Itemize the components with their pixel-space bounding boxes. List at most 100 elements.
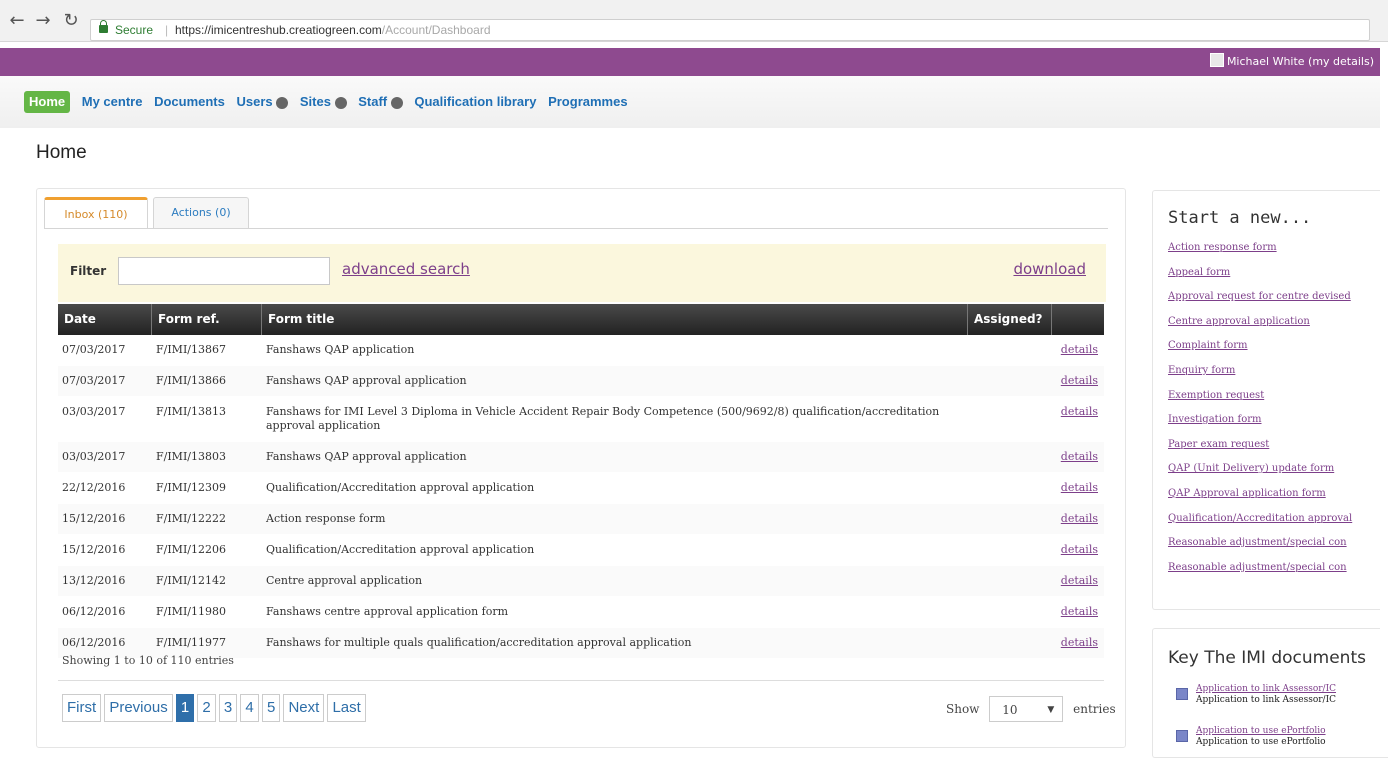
row-details-link[interactable]: details: [1061, 481, 1098, 494]
nav-my-centre[interactable]: My centre: [82, 91, 143, 113]
row-details-link[interactable]: details: [1061, 343, 1098, 356]
start-new-link[interactable]: Centre approval application: [1168, 316, 1388, 341]
table-row: 15/12/2016 F/IMI/12222 Action response for…: [58, 504, 1104, 535]
url-path: /Account/Dashboard: [381, 23, 491, 37]
nav-home[interactable]: Home: [24, 91, 71, 113]
advanced-search-link[interactable]: advanced search: [342, 260, 470, 278]
row-details-link[interactable]: details: [1061, 543, 1098, 556]
back-arrow-icon[interactable]: ←: [6, 10, 28, 32]
nav-staff[interactable]: Staff: [358, 91, 403, 113]
table-row: 07/03/2017 F/IMI/13866 Fanshaws QAP approv…: [58, 366, 1104, 397]
start-new-link[interactable]: Reasonable adjustment/special con: [1168, 562, 1388, 587]
secure-label: Secure: [115, 23, 154, 37]
row-date: 06/12/2016: [62, 605, 126, 618]
row-date: 06/12/2016: [62, 636, 126, 649]
start-new-link[interactable]: Complaint form: [1168, 340, 1388, 365]
start-new-link[interactable]: Qualification/Accreditation approval: [1168, 513, 1388, 538]
header-date[interactable]: Date: [58, 304, 152, 335]
start-new-link[interactable]: Enquiry form: [1168, 365, 1388, 390]
tab-divider: [44, 228, 1108, 229]
key-doc-link[interactable]: Application to use ePortfolio: [1196, 726, 1326, 736]
table-row: 22/12/2016 F/IMI/12309 Qualification/Accre…: [58, 473, 1104, 504]
download-link[interactable]: download: [1013, 260, 1086, 278]
pager-page-5[interactable]: 5: [261, 694, 281, 722]
row-form-title: Centre approval application: [266, 574, 423, 587]
url-text: https://imicentreshub.creatiogreen.com/A…: [175, 20, 491, 40]
start-new-title: Start a new...: [1168, 208, 1312, 228]
header-form-ref[interactable]: Form ref.: [152, 304, 262, 335]
key-doc-desc: Application to link Assessor/IC: [1196, 695, 1337, 705]
header-form-title[interactable]: Form title: [262, 304, 968, 335]
tab-actions[interactable]: Actions (0): [153, 197, 249, 229]
pager-last[interactable]: Last: [327, 694, 366, 722]
reload-icon[interactable]: ↻: [60, 10, 82, 32]
row-form-title: Fanshaws QAP application: [266, 343, 415, 356]
pager-page-2[interactable]: 2: [197, 694, 216, 722]
row-details-link[interactable]: details: [1061, 450, 1098, 463]
page-size-value: 10: [1002, 703, 1018, 717]
page-title: Home: [36, 142, 87, 163]
pager-page-4[interactable]: 4: [240, 694, 259, 722]
row-form-title: Fanshaws QAP approval application: [266, 374, 467, 387]
nav-documents[interactable]: Documents: [154, 91, 225, 113]
header-assigned[interactable]: Assigned?: [968, 304, 1052, 335]
row-details-link[interactable]: details: [1061, 374, 1098, 387]
start-new-link[interactable]: Investigation form: [1168, 414, 1388, 439]
start-new-link[interactable]: Reasonable adjustment/special con: [1168, 537, 1388, 562]
row-form-ref: F/IMI/12142: [156, 574, 226, 587]
nav-users[interactable]: Users: [237, 91, 289, 113]
filter-input[interactable]: [118, 257, 330, 285]
forward-arrow-icon[interactable]: →: [32, 10, 54, 32]
row-form-ref: F/IMI/11980: [156, 605, 226, 618]
row-details-link[interactable]: details: [1061, 605, 1098, 618]
row-date: 07/03/2017: [62, 374, 126, 387]
page-size-select[interactable]: 10 ▼: [989, 696, 1064, 722]
pager-next[interactable]: Next: [283, 694, 325, 722]
user-details-link[interactable]: Michael White (my details): [1206, 53, 1378, 71]
start-new-link[interactable]: QAP Approval application form: [1168, 488, 1388, 513]
row-date: 15/12/2016: [62, 512, 126, 525]
pagination: First Previous 1 2 3 4 5 Next Last: [62, 694, 366, 722]
filter-label: Filter: [70, 264, 107, 278]
row-date: 07/03/2017: [62, 343, 126, 356]
nav-users-label: Users: [236, 94, 273, 109]
row-details-link[interactable]: details: [1061, 636, 1098, 649]
row-form-title: Qualification/Accreditation approval app…: [266, 481, 535, 494]
row-details-link[interactable]: details: [1061, 512, 1098, 525]
main-nav: Home My centre Documents Users Sites Sta…: [24, 91, 636, 113]
caret-down-icon: ▼: [1047, 705, 1055, 715]
pager-page-1[interactable]: 1: [175, 694, 195, 722]
row-date: 15/12/2016: [62, 543, 126, 556]
top-bar: Michael White (my details): [0, 48, 1388, 76]
start-new-link[interactable]: Paper exam request: [1168, 439, 1388, 464]
start-new-link[interactable]: QAP (Unit Delivery) update form: [1168, 463, 1388, 488]
start-new-link[interactable]: Action response form: [1168, 242, 1388, 267]
address-bar[interactable]: Secure | https://imicentreshub.creatiogr…: [90, 19, 1370, 41]
sites-badge-icon: [334, 97, 347, 109]
row-form-title: Fanshaws QAP approval application: [266, 450, 467, 463]
start-new-link[interactable]: Appeal form: [1168, 267, 1388, 292]
row-details-link[interactable]: details: [1061, 574, 1098, 587]
document-icon: [1176, 688, 1188, 700]
nav-sites[interactable]: Sites: [300, 91, 347, 113]
start-new-link[interactable]: Approval request for centre devised: [1168, 291, 1388, 316]
pager-previous[interactable]: Previous: [104, 694, 173, 722]
table-row: 06/12/2016 F/IMI/11980 Fanshaws centre app…: [58, 597, 1104, 628]
key-doc-link[interactable]: Application to link Assessor/IC: [1196, 684, 1336, 694]
row-date: 22/12/2016: [62, 481, 126, 494]
row-form-ref: F/IMI/13866: [156, 374, 226, 387]
entries-label: entries: [1073, 702, 1116, 716]
pager-first[interactable]: First: [62, 694, 102, 722]
lock-icon: [99, 20, 108, 33]
table-header: Date Form ref. Form title Assigned?: [58, 304, 1104, 335]
nav-qualification-library[interactable]: Qualification library: [414, 91, 536, 113]
table-row: 13/12/2016 F/IMI/12142 Centre approval app…: [58, 566, 1104, 597]
nav-programmes[interactable]: Programmes: [548, 91, 627, 113]
start-new-link[interactable]: Exemption request: [1168, 390, 1388, 415]
table-row: 15/12/2016 F/IMI/12206 Qualification/Accre…: [58, 535, 1104, 566]
forms-table: Date Form ref. Form title Assigned? 07/0…: [58, 304, 1104, 659]
tab-inbox[interactable]: Inbox (110): [44, 197, 148, 229]
row-form-title: Fanshaws for multiple quals qualificatio…: [266, 636, 692, 649]
row-details-link[interactable]: details: [1061, 405, 1098, 418]
pager-page-3[interactable]: 3: [218, 694, 238, 722]
